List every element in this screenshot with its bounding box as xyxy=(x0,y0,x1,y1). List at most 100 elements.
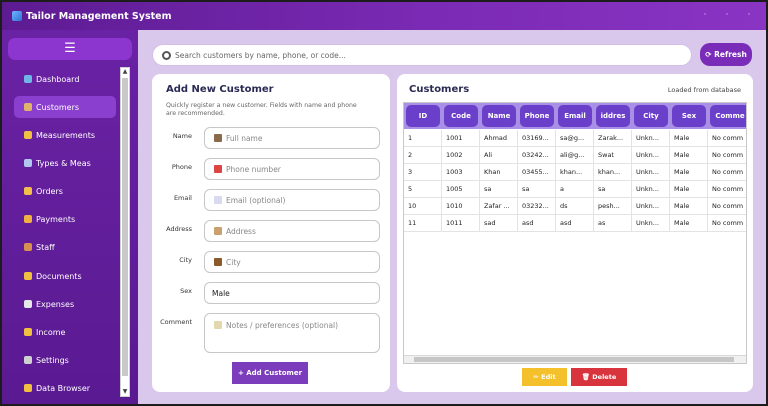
table-cell: 10 xyxy=(404,198,442,215)
column-header[interactable]: iddres xyxy=(596,105,630,127)
table-cell: Swat xyxy=(594,147,632,164)
user-icon xyxy=(24,103,32,111)
note-icon xyxy=(214,321,222,329)
table-row[interactable]: 1 1001 Ahmad 03169... sa@g... Zarak... Unkn...… xyxy=(404,130,746,147)
sidebar-item-staff[interactable]: Staff xyxy=(14,236,116,258)
chart-icon xyxy=(24,75,32,83)
table-cell: khan... xyxy=(594,164,632,181)
name-placeholder: Full name xyxy=(226,133,263,143)
table-cell: asd xyxy=(556,215,594,232)
search-box[interactable] xyxy=(152,44,692,66)
table-cell: Unkn... xyxy=(632,215,670,232)
column-header[interactable]: Comme xyxy=(710,105,746,127)
table-cell: as xyxy=(594,215,632,232)
delete-button[interactable]: 🗑 Delete xyxy=(571,368,627,386)
scroll-up-icon[interactable]: ▲ xyxy=(122,69,128,75)
table-cell: 1003 xyxy=(442,164,480,181)
hamburger-icon[interactable]: ☰ xyxy=(8,38,132,60)
table-row[interactable]: 11 1011 sad asd asd as Unkn... Male No comm xyxy=(404,215,746,232)
table-row[interactable]: 10 1010 Zafar ... 03232... ds pesh... Unkn... M… xyxy=(404,198,746,215)
sidebar-item-expenses[interactable]: Expenses xyxy=(14,293,116,315)
column-header[interactable]: Code xyxy=(444,105,478,127)
maximize-icon[interactable]: · xyxy=(722,10,732,20)
column-header[interactable]: Phone xyxy=(520,105,554,127)
sex-select[interactable]: Male xyxy=(204,282,380,304)
address-label: Address xyxy=(166,225,192,233)
search-input[interactable] xyxy=(175,50,675,60)
table-cell: Unkn... xyxy=(632,181,670,198)
column-header[interactable]: City xyxy=(634,105,668,127)
phone-field[interactable]: Phone number xyxy=(204,158,380,180)
table-cell: Male xyxy=(670,130,708,147)
sidebar-scrollbar[interactable]: ▲ ▼ xyxy=(120,67,130,397)
table-cell: khan... xyxy=(556,164,594,181)
sidebar-item-dashboard[interactable]: Dashboard xyxy=(14,68,116,90)
table-row[interactable]: 3 1003 Khan 03455... khan... khan... Unkn... Ma… xyxy=(404,164,746,181)
table-cell: 1 xyxy=(404,130,442,147)
comment-placeholder: Notes / preferences (optional) xyxy=(226,321,339,330)
table-cell: Unkn... xyxy=(632,147,670,164)
scroll-down-icon[interactable]: ▼ xyxy=(122,389,128,395)
table-cell: sa xyxy=(594,181,632,198)
coin-icon xyxy=(24,328,32,336)
table-cell: ali@g... xyxy=(556,147,594,164)
sex-label: Sex xyxy=(180,287,192,295)
phone-label: Phone xyxy=(171,163,192,171)
sidebar-item-types-meas[interactable]: Types & Meas xyxy=(14,152,116,174)
sidebar-item-measurements[interactable]: Measurements xyxy=(14,124,116,146)
sidebar-item-label: Income xyxy=(36,327,66,337)
table-row[interactable]: 5 1005 sa sa a sa Unkn... Male No comm xyxy=(404,181,746,198)
comment-field[interactable]: Notes / preferences (optional) xyxy=(204,313,380,353)
table-cell: Unkn... xyxy=(632,164,670,181)
table-cell: 11 xyxy=(404,215,442,232)
sidebar-item-settings[interactable]: Settings xyxy=(14,349,116,371)
email-field[interactable]: Email (optional) xyxy=(204,189,380,211)
customers-panel: Customers Loaded from database ID Code Nam… xyxy=(397,74,753,392)
sidebar-item-customers[interactable]: Customers xyxy=(14,96,116,118)
search-icon xyxy=(162,50,171,60)
table-horizontal-scrollbar[interactable] xyxy=(404,355,746,363)
sidebar-item-payments[interactable]: Payments xyxy=(14,208,116,230)
email-icon xyxy=(214,196,222,204)
gear-icon xyxy=(24,356,32,364)
column-header[interactable]: Sex xyxy=(672,105,706,127)
column-header[interactable]: Email xyxy=(558,105,592,127)
sidebar-item-documents[interactable]: Documents xyxy=(14,265,116,287)
table-cell: Male xyxy=(670,147,708,164)
table-cell: sa@g... xyxy=(556,130,594,147)
hscroll-thumb[interactable] xyxy=(414,357,734,362)
column-header[interactable]: Name xyxy=(482,105,516,127)
table-cell: Unkn... xyxy=(632,198,670,215)
scroll-thumb[interactable] xyxy=(122,78,128,376)
minimize-icon[interactable]: · xyxy=(700,10,710,20)
table-cell: No comm xyxy=(708,198,746,215)
close-icon[interactable]: · xyxy=(744,10,754,20)
table-cell: 5 xyxy=(404,181,442,198)
sidebar-item-label: Payments xyxy=(36,214,76,224)
add-customer-button[interactable]: + Add Customer xyxy=(232,362,308,384)
table-cell: Zarak... xyxy=(594,130,632,147)
table-cell: 03455... xyxy=(518,164,556,181)
table-cell: 3 xyxy=(404,164,442,181)
app-window: Tailor Management System · · · ☰ Dashboa… xyxy=(2,2,766,404)
phone-icon xyxy=(214,165,222,173)
form-title: Add New Customer xyxy=(166,84,274,95)
sidebar-item-label: Expenses xyxy=(36,299,75,309)
city-field[interactable]: City xyxy=(204,251,380,273)
refresh-button[interactable]: ⟳ Refresh xyxy=(700,43,752,66)
title-bar: Tailor Management System · · · xyxy=(2,2,766,30)
sidebar-item-data-browser[interactable]: Data Browser xyxy=(14,377,116,399)
sidebar-item-orders[interactable]: Orders xyxy=(14,180,116,202)
edit-button[interactable]: ✏ Edit xyxy=(522,368,567,386)
customers-table[interactable]: ID Code Name Phone Email iddres City Sex Comme 1… xyxy=(403,102,747,364)
table-cell: Ahmad xyxy=(480,130,518,147)
column-header[interactable]: ID xyxy=(406,105,440,127)
table-cell: Khan xyxy=(480,164,518,181)
table-row[interactable]: 2 1002 Ali 03242... ali@g... Swat Unkn... Male N… xyxy=(404,147,746,164)
sidebar-item-label: Settings xyxy=(36,355,69,365)
name-field[interactable]: Full name xyxy=(204,127,380,149)
address-field[interactable]: Address xyxy=(204,220,380,242)
ruler-icon xyxy=(24,131,32,139)
table-cell: 03232... xyxy=(518,198,556,215)
sidebar-item-income[interactable]: Income xyxy=(14,321,116,343)
